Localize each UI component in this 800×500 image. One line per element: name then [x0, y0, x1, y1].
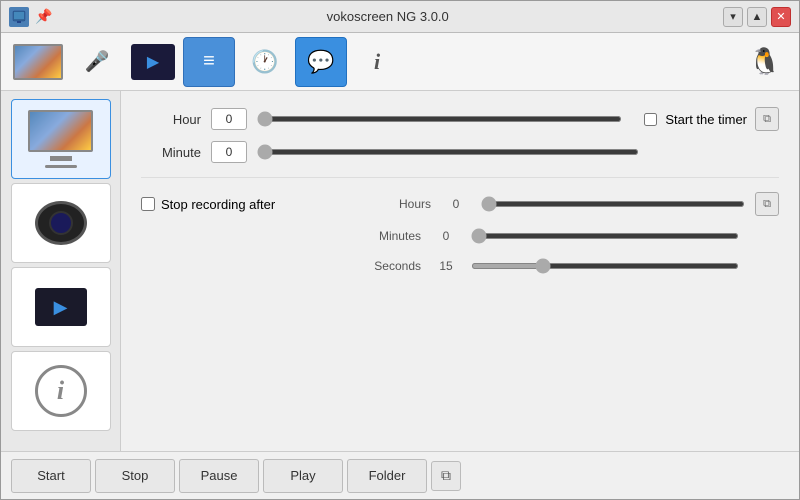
- toolbar-video-btn[interactable]: ▶: [127, 37, 179, 87]
- content-area: Hour 0 Start the timer ⧉ Minute 0: [121, 91, 799, 451]
- window-title: vokoscreen NG 3.0.0: [58, 9, 717, 24]
- pause-button[interactable]: Pause: [179, 459, 259, 493]
- close-btn[interactable]: ✕: [771, 7, 791, 27]
- minutes-slider-container: [471, 233, 739, 239]
- hours-label: Hours: [371, 197, 431, 211]
- start-timer-checkbox[interactable]: [644, 113, 657, 126]
- stop-recording-hours-row: Stop recording after Hours 0 ⧉: [141, 192, 779, 216]
- divider-1: [141, 177, 779, 178]
- titlebar: 📌 vokoscreen NG 3.0.0 ▾ ▲ ✕: [1, 1, 799, 33]
- toolbar-info-btn[interactable]: i: [351, 37, 403, 87]
- play-button[interactable]: Play: [263, 459, 343, 493]
- toolbar-screen-btn[interactable]: [9, 36, 67, 88]
- minutes-label: Minutes: [361, 229, 421, 243]
- hour-info-btn[interactable]: ⧉: [755, 107, 779, 131]
- pin-icon[interactable]: 📌: [35, 8, 52, 25]
- minutes-slider[interactable]: [471, 233, 739, 239]
- sidebar-item-screen[interactable]: [11, 99, 111, 179]
- toolbar-audio-btn[interactable]: 🎤: [71, 37, 123, 87]
- toolbar-linux-btn: 🐧: [739, 37, 791, 87]
- seconds-slider-container: [471, 263, 739, 269]
- app-icon: [9, 7, 29, 27]
- start-timer-label: Start the timer: [665, 112, 747, 127]
- seconds-sub-row: Seconds 15: [141, 256, 779, 276]
- minute-slider[interactable]: [257, 149, 639, 155]
- hour-value: 0: [211, 108, 247, 130]
- hours-info-btn[interactable]: ⧉: [755, 192, 779, 216]
- seconds-label: Seconds: [361, 259, 421, 273]
- dropdown-btn[interactable]: ▾: [723, 7, 743, 27]
- hours-value: 0: [441, 194, 471, 214]
- sidebar-item-info[interactable]: i: [11, 351, 111, 431]
- folder-button[interactable]: Folder: [347, 459, 427, 493]
- minute-slider-container: [257, 149, 639, 155]
- hours-slider[interactable]: [481, 201, 745, 207]
- hour-row: Hour 0 Start the timer ⧉: [141, 107, 779, 131]
- stop-button[interactable]: Stop: [95, 459, 175, 493]
- sidebar: ▶ i: [1, 91, 121, 451]
- minutes-value: 0: [431, 226, 461, 246]
- minute-row: Minute 0: [141, 141, 779, 163]
- sidebar-item-camera[interactable]: [11, 183, 111, 263]
- bottombar-info-btn[interactable]: ⧉: [431, 461, 461, 491]
- toolbar: 🎤 ▶ ≡ 🕐 💬 i 🐧: [1, 33, 799, 91]
- hour-slider-container: [257, 116, 622, 122]
- main-area: ▶ i Hour 0 Start the timer ⧉: [1, 91, 799, 451]
- seconds-value: 15: [431, 256, 461, 276]
- minimize-btn[interactable]: ▲: [747, 7, 767, 27]
- main-window: 📌 vokoscreen NG 3.0.0 ▾ ▲ ✕ 🎤 ▶ ≡ 🕐 💬 i …: [0, 0, 800, 500]
- sidebar-item-player[interactable]: ▶: [11, 267, 111, 347]
- toolbar-settings-btn[interactable]: ≡: [183, 37, 235, 87]
- toolbar-timer-btn[interactable]: 🕐: [239, 37, 291, 87]
- bottombar: Start Stop Pause Play Folder ⧉: [1, 451, 799, 499]
- stop-recording-checkbox[interactable]: [141, 197, 155, 211]
- minutes-sub-row: Minutes 0: [141, 226, 779, 246]
- stop-recording-label: Stop recording after: [161, 197, 275, 212]
- hour-label: Hour: [141, 112, 201, 127]
- minute-label: Minute: [141, 145, 201, 160]
- hour-slider[interactable]: [257, 116, 622, 122]
- minute-value: 0: [211, 141, 247, 163]
- stop-recording-row: Stop recording after: [141, 197, 361, 212]
- window-controls: ▾ ▲ ✕: [723, 7, 791, 27]
- seconds-slider[interactable]: [471, 263, 739, 269]
- toolbar-chat-btn[interactable]: 💬: [295, 37, 347, 87]
- hours-slider-container: [481, 201, 745, 207]
- start-button[interactable]: Start: [11, 459, 91, 493]
